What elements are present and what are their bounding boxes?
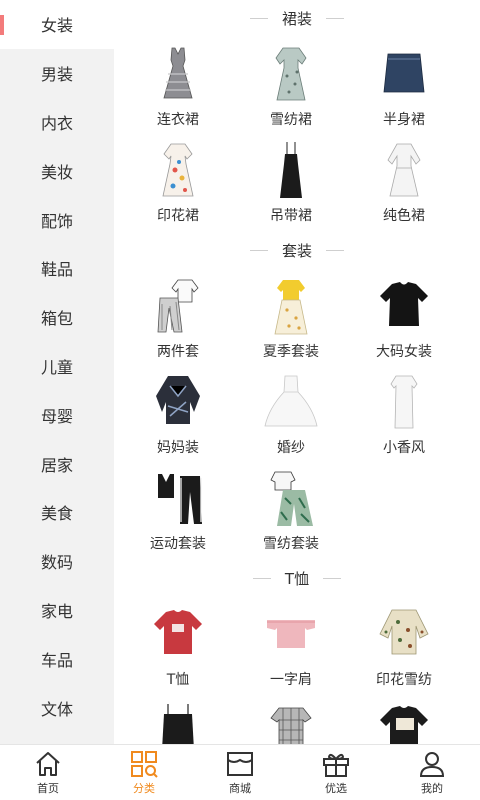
sport-set-icon [158, 474, 202, 524]
white-dress-icon [387, 143, 421, 197]
category-content[interactable]: 裙装 连衣裙 雪纺裙 半身裙 印花裙 吊带裙 纯色裙 套装 两件套 夏季套装 大… [114, 0, 480, 744]
category-printed-dress[interactable]: 印花裙 [120, 134, 236, 230]
graphic-tee-icon [380, 706, 428, 744]
gift-icon [323, 753, 349, 777]
sidebar-item-car[interactable]: 车品 [0, 634, 114, 683]
category-tshirt[interactable]: T恤 [120, 598, 236, 694]
app: 女装 男装 内衣 美妆 配饰 鞋品 箱包 儿童 母婴 居家 美食 数码 家电 车… [0, 0, 480, 800]
two-piece-icon [157, 279, 199, 333]
off-shoulder-top-icon [267, 620, 315, 648]
sidebar-item-digital[interactable]: 数码 [0, 537, 114, 586]
category-slip-dress[interactable]: 吊带裙 [236, 134, 346, 230]
sidebar-item-underwear[interactable]: 内衣 [0, 98, 114, 147]
chiffon-dress-icon [275, 47, 307, 101]
section-title: T恤 [114, 558, 480, 598]
checked-dress-icon [163, 47, 193, 99]
red-tshirt-icon [154, 610, 202, 654]
sidebar-item-home[interactable]: 居家 [0, 439, 114, 488]
plaid-top-icon [270, 707, 312, 744]
printed-chiffon-icon [379, 609, 429, 655]
summer-set-icon [274, 280, 308, 335]
category-grid: 连衣裙 雪纺裙 半身裙 印花裙 吊带裙 纯色裙 [114, 38, 480, 230]
category-wedding[interactable]: 婚纱 [236, 366, 346, 462]
chiffon-set-icon [270, 471, 313, 526]
user-icon [419, 751, 445, 777]
sidebar-item-bags[interactable]: 箱包 [0, 293, 114, 342]
category-dress[interactable]: 连衣裙 [120, 38, 236, 134]
sidebar-item-women[interactable]: 女装 [0, 0, 114, 49]
category-grid: T恤 一字肩 印花雪纺 [114, 598, 480, 744]
sidebar-item-men[interactable]: 男装 [0, 49, 114, 98]
category-two-piece[interactable]: 两件套 [120, 270, 236, 366]
tab-home[interactable]: 首页 [0, 745, 96, 800]
sidebar-item-stationery[interactable]: 文体 [0, 683, 114, 732]
category-off-shoulder[interactable]: 一字肩 [236, 598, 346, 694]
sidebar-item-accessories[interactable]: 配饰 [0, 195, 114, 244]
store-icon [227, 751, 253, 776]
slip-dress-icon [280, 142, 302, 198]
category-printed-chiffon[interactable]: 印花雪纺 [346, 598, 462, 694]
tab-profile[interactable]: 我的 [384, 745, 480, 800]
sidebar-item-appliances[interactable]: 家电 [0, 586, 114, 635]
category-chiffon-dress[interactable]: 雪纺裙 [236, 38, 346, 134]
category-tweed[interactable]: 小香风 [346, 366, 462, 462]
sidebar-item-baby[interactable]: 母婴 [0, 390, 114, 439]
category-plus-size[interactable]: 大码女装 [346, 270, 462, 366]
sidebar-item-food[interactable]: 美食 [0, 488, 114, 537]
bottom-tab-bar: 首页 分类 商城 优选 我的 [0, 744, 480, 800]
tab-store[interactable]: 商城 [192, 745, 288, 800]
sidebar-item-kids[interactable]: 儿童 [0, 342, 114, 391]
mom-wear-icon [156, 376, 200, 424]
divider [326, 249, 344, 251]
category-graphic-tee[interactable] [346, 694, 462, 744]
divider [249, 17, 268, 19]
category-plaid-top[interactable] [236, 694, 346, 744]
category-chiffon-set[interactable]: 雪纺套装 [236, 462, 346, 558]
category-icon [131, 750, 158, 778]
section-title: 裙装 [114, 0, 480, 38]
sidebar-item-shoes[interactable]: 鞋品 [0, 244, 114, 293]
sidebar-item-beauty[interactable]: 美妆 [0, 146, 114, 195]
tweed-dress-icon [390, 375, 418, 429]
category-black-top[interactable] [120, 694, 236, 744]
tab-featured[interactable]: 优选 [288, 745, 384, 800]
category-sport-set[interactable]: 运动套装 [120, 462, 236, 558]
category-mom-wear[interactable]: 妈妈装 [120, 366, 236, 462]
category-solid-dress[interactable]: 纯色裙 [346, 134, 462, 230]
divider [323, 577, 342, 579]
category-grid: 两件套 夏季套装 大码女装 妈妈装 婚纱 小香风 运动套装 雪纺套装 [114, 270, 480, 558]
divider [326, 17, 344, 19]
divider [252, 577, 271, 579]
wedding-dress-icon [264, 375, 318, 427]
divider [249, 249, 268, 251]
category-summer-set[interactable]: 夏季套装 [236, 270, 346, 366]
printed-dress-icon [162, 143, 194, 197]
category-skirt[interactable]: 半身裙 [346, 38, 462, 134]
home-icon [36, 751, 60, 776]
plus-size-tee-icon [380, 282, 428, 326]
section-title: 套装 [114, 230, 480, 270]
tab-category[interactable]: 分类 [96, 745, 192, 800]
black-top-icon [162, 704, 194, 744]
category-sidebar[interactable]: 女装 男装 内衣 美妆 配饰 鞋品 箱包 儿童 母婴 居家 美食 数码 家电 车… [0, 0, 114, 744]
denim-skirt-icon [383, 53, 425, 93]
